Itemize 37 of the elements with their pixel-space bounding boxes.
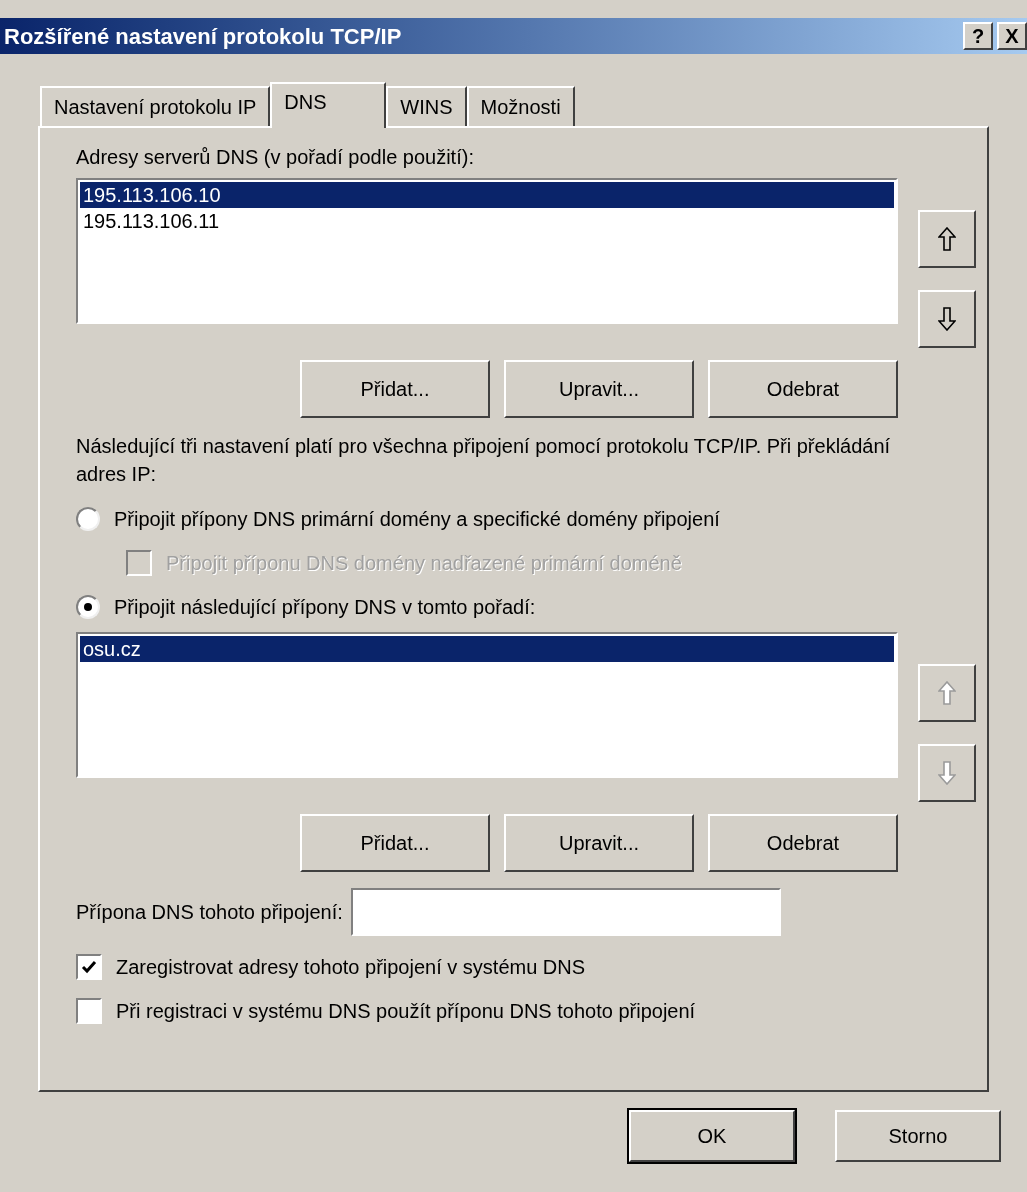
list-item[interactable]: 195.113.106.11: [80, 208, 894, 234]
up-arrow-icon: [938, 227, 956, 251]
suffix-input-field[interactable]: [350, 888, 781, 936]
list-item[interactable]: osu.cz: [80, 636, 894, 662]
description-text: Následující tři nastavení platí pro všechna připojení pomocí protokolu TCP/IP. Při překládání adres IP:: [76, 434, 892, 487]
help-button[interactable]: ?: [963, 22, 993, 50]
down-arrow-icon: [938, 761, 956, 785]
option-label: Připojit následující přípony DNS v tomto pořadí:: [114, 595, 536, 620]
list-action-button[interactable]: Upravit...: [504, 360, 694, 418]
checkbox[interactable]: [76, 954, 102, 980]
up-arrow-icon: [938, 681, 956, 705]
list-action-button[interactable]: Přidat...: [300, 360, 490, 418]
checkbox[interactable]: [76, 998, 102, 1024]
down-arrow-icon: [938, 307, 956, 331]
tab[interactable]: Nastavení protokolu IP: [40, 86, 271, 126]
radio-button[interactable]: [76, 507, 100, 531]
radio-button[interactable]: [76, 595, 100, 619]
list-action-button[interactable]: Odebrat: [708, 814, 898, 872]
close-button[interactable]: X: [997, 22, 1027, 50]
tab[interactable]: DNS: [270, 82, 387, 128]
checkbox-label: Při registraci v systému DNS použít příponu DNS tohoto připojení: [116, 999, 696, 1024]
dialog-button[interactable]: Storno: [835, 1110, 1001, 1162]
move-up-button[interactable]: [918, 210, 976, 268]
list-action-button[interactable]: Upravit...: [504, 814, 694, 872]
list-item[interactable]: 195.113.106.10: [80, 182, 894, 208]
list-action-button[interactable]: Odebrat: [708, 360, 898, 418]
field-label: Adresy serverů DNS (v pořadí podle použití):: [76, 145, 475, 170]
move-down-button[interactable]: [918, 290, 976, 348]
checkbox-label: Zaregistrovat adresy tohoto připojení v systému DNS: [116, 955, 586, 980]
window-title: Rozšířené nastavení protokolu TCP/IP: [4, 22, 402, 51]
tab[interactable]: WINS: [386, 86, 467, 126]
option-label: Připojit přípony DNS primární domény a specifické domény připojení: [114, 507, 720, 532]
list-action-button[interactable]: Přidat...: [300, 814, 490, 872]
tab[interactable]: Možnosti: [466, 86, 575, 126]
field-label: Přípona DNS tohoto připojení:: [76, 900, 343, 925]
dialog-button[interactable]: OK: [629, 1110, 795, 1162]
check-icon: [81, 960, 97, 974]
